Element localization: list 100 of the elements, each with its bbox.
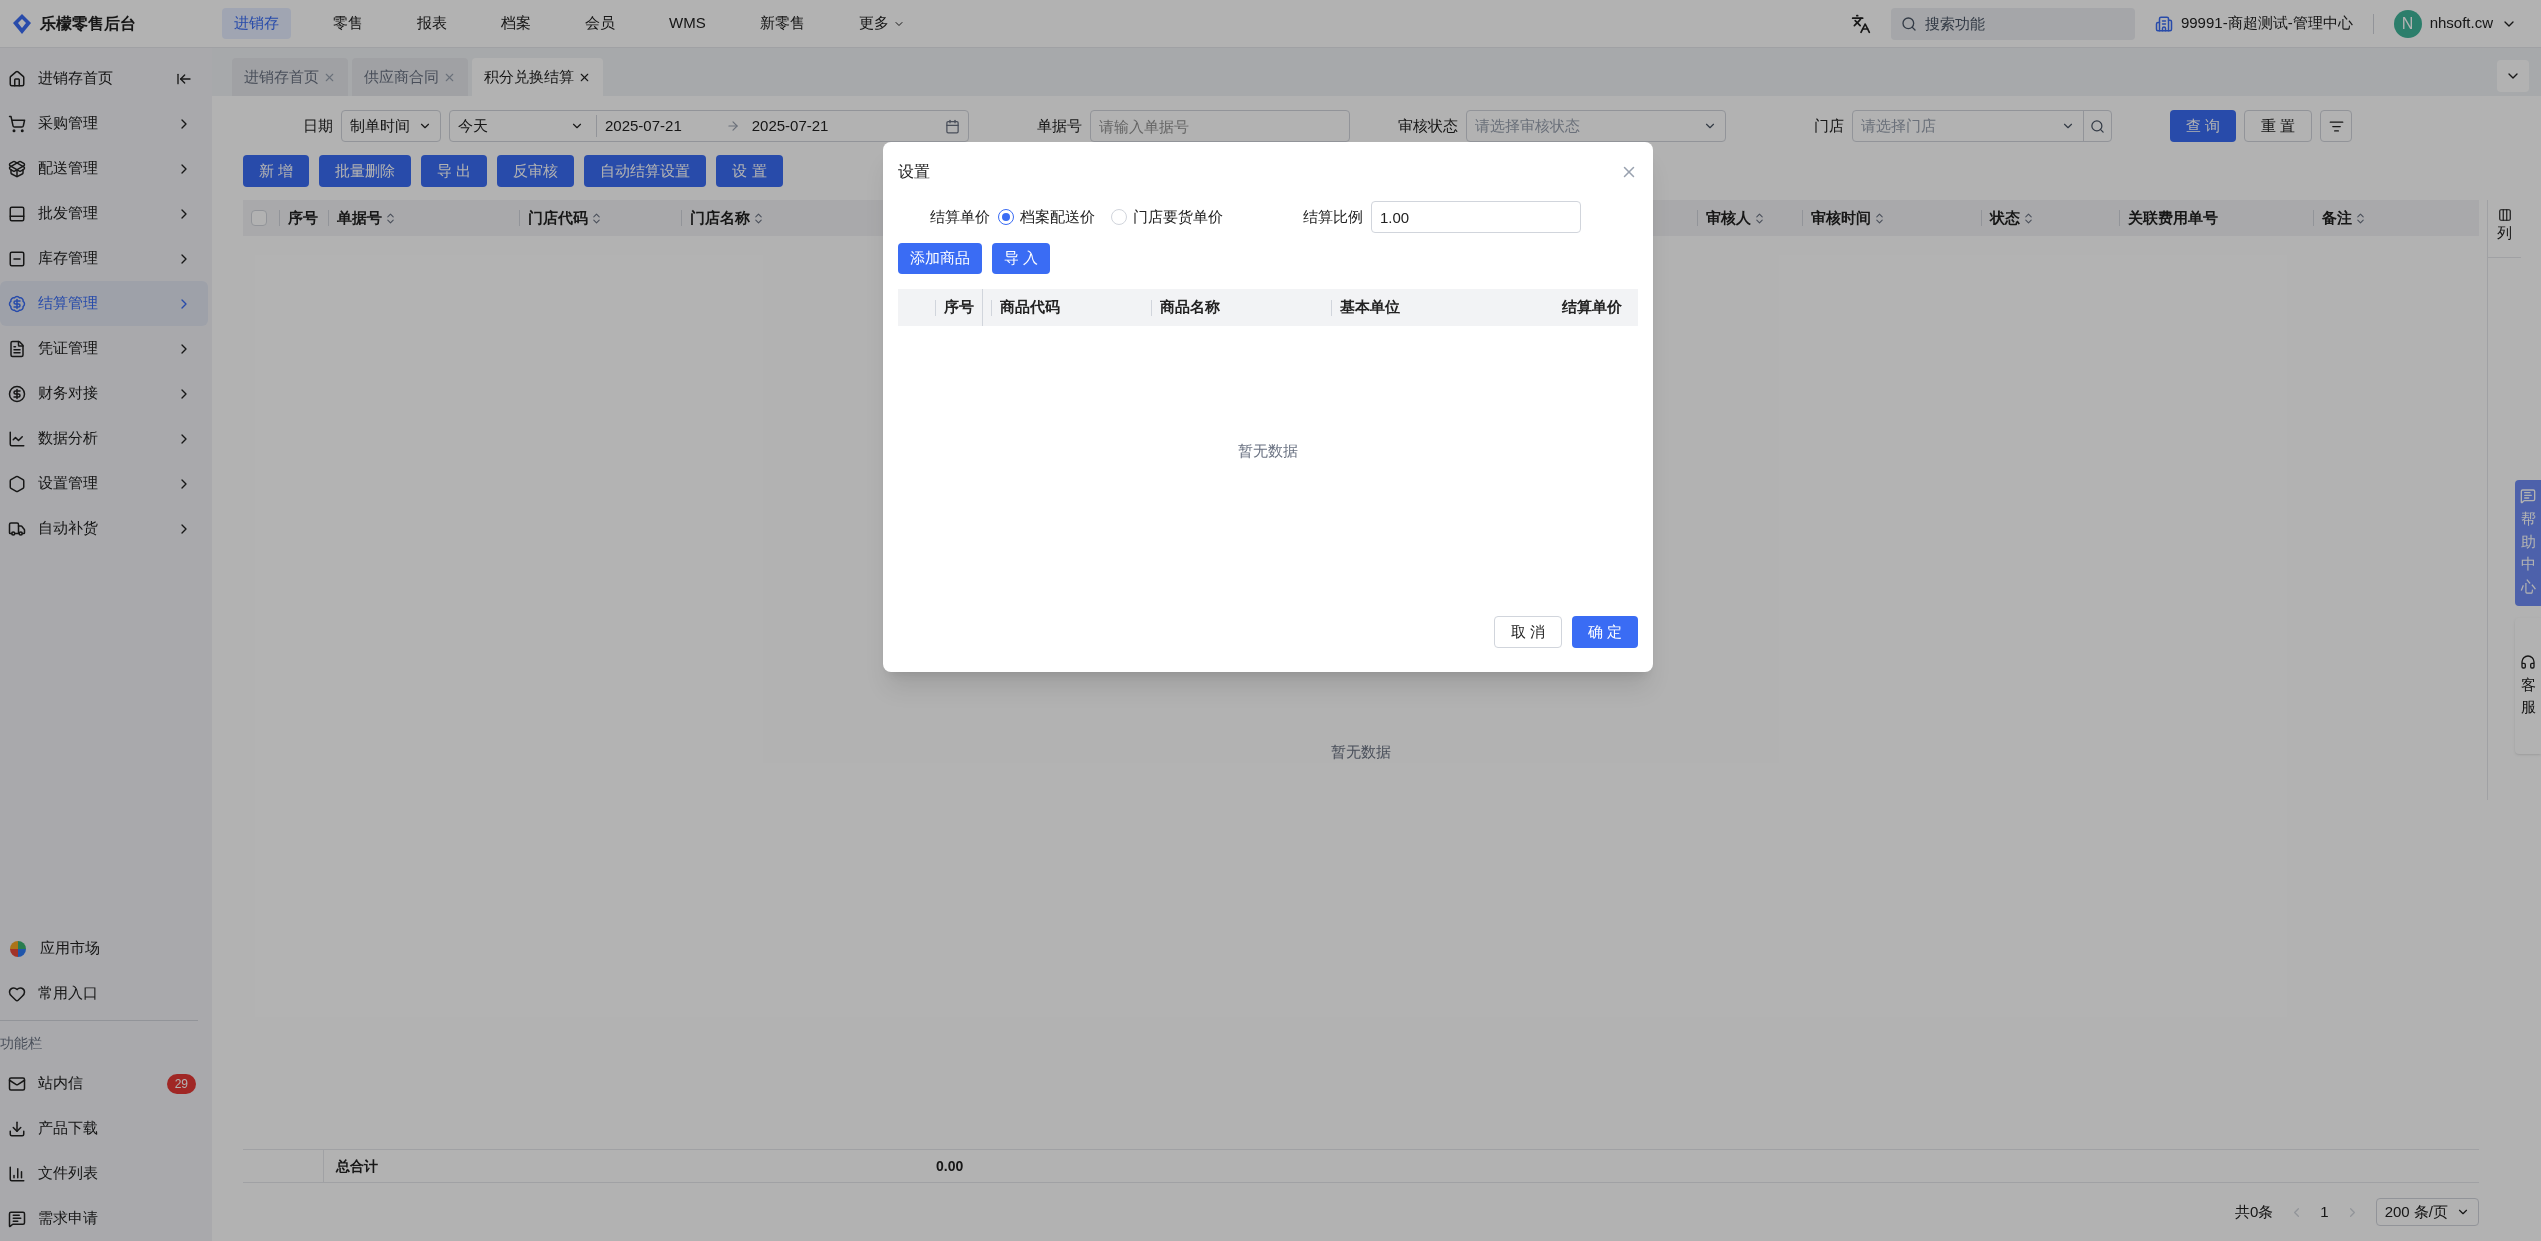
confirm-button[interactable]: 确 定 bbox=[1571, 616, 1638, 648]
column-header[interactable]: 备注 bbox=[2322, 206, 2367, 230]
building-icon bbox=[2154, 14, 2173, 33]
arrow-right-icon bbox=[725, 119, 740, 133]
column-header[interactable]: 审核人 bbox=[1706, 206, 1766, 230]
column-header[interactable]: 门店代码 bbox=[528, 206, 603, 230]
action-button[interactable]: 新 增 bbox=[243, 155, 310, 187]
field-label: 日期 bbox=[303, 115, 333, 136]
page-number[interactable]: 1 bbox=[2320, 1200, 2329, 1224]
menu-icon bbox=[8, 429, 26, 448]
nav-item[interactable]: 报表 bbox=[405, 8, 459, 39]
sidebar-item[interactable]: 设置管理 bbox=[0, 461, 208, 506]
nav-item[interactable]: 更多 bbox=[846, 8, 917, 39]
nav-item[interactable]: 会员 bbox=[573, 8, 627, 39]
ratio-field[interactable]: 1.00 bbox=[1371, 201, 1581, 233]
page-tab[interactable]: 积分兑换结算 bbox=[472, 58, 603, 96]
message-icon bbox=[2520, 488, 2536, 504]
sidebar-item[interactable]: 采购管理 bbox=[0, 101, 208, 146]
date-type-select[interactable]: 制单时间 bbox=[341, 110, 441, 142]
nav-item[interactable]: WMS bbox=[657, 8, 718, 39]
column-header: 基本单位 bbox=[1340, 297, 1400, 318]
action-button[interactable]: 自动结算设置 bbox=[584, 155, 707, 187]
column-header[interactable]: 序号 bbox=[288, 206, 318, 230]
tool-icon bbox=[8, 1074, 26, 1093]
field-label: 审核状态 bbox=[1398, 115, 1458, 136]
app-market-icon bbox=[8, 938, 28, 959]
sidebar-item[interactable]: 常用入口 bbox=[0, 971, 212, 1016]
menu-icon bbox=[8, 384, 26, 403]
sidebar-item[interactable]: 产品下载 bbox=[0, 1106, 212, 1151]
nav-item[interactable]: 新零售 bbox=[747, 8, 817, 39]
sidebar-item[interactable]: 文件列表 bbox=[0, 1151, 212, 1196]
menu-icon bbox=[8, 519, 26, 538]
menu-icon bbox=[8, 204, 26, 223]
document-number-field[interactable]: 请输入单据号 bbox=[1090, 110, 1350, 142]
radio-option[interactable]: 门店要货单价 bbox=[1111, 205, 1223, 229]
start-date[interactable]: 2025-07-21 bbox=[596, 114, 682, 138]
sidebar-item[interactable]: 批发管理 bbox=[0, 191, 208, 236]
sidebar-item[interactable]: 数据分析 bbox=[0, 416, 208, 461]
column-header[interactable]: 审核时间 bbox=[1811, 206, 1886, 230]
sort-icon[interactable] bbox=[752, 211, 765, 225]
menu-icon bbox=[8, 294, 26, 313]
translate-icon[interactable] bbox=[1850, 13, 1871, 34]
org-name[interactable]: 99991-商超测试-管理中心 bbox=[2180, 12, 2353, 35]
column-header: 序号 bbox=[944, 297, 974, 318]
filter-settings-button[interactable] bbox=[2320, 110, 2353, 142]
tool-icon bbox=[8, 1119, 26, 1138]
radio-option[interactable]: 档案配送价 bbox=[998, 205, 1095, 229]
date-preset[interactable]: 今天 bbox=[458, 114, 558, 138]
menu-icon bbox=[8, 114, 26, 133]
column-header[interactable]: 状态 bbox=[1990, 206, 2035, 230]
empty-text: 暂无数据 bbox=[1331, 742, 1391, 762]
column-header: 商品代码 bbox=[1000, 297, 1060, 318]
nav-item[interactable]: 档案 bbox=[489, 8, 543, 39]
column-header[interactable]: 门店名称 bbox=[690, 206, 765, 230]
date-range-field[interactable]: 今天 2025-07-21 2025-07-21 bbox=[449, 110, 969, 142]
sidebar-item[interactable]: 库存管理 bbox=[0, 236, 208, 281]
column-header: 商品名称 bbox=[1160, 297, 1220, 318]
total-count: 共0条 bbox=[2234, 1201, 2274, 1222]
action-button[interactable]: 反审核 bbox=[497, 155, 575, 187]
sort-icon[interactable] bbox=[2022, 211, 2035, 225]
column-header: 结算单价 bbox=[1562, 297, 1622, 318]
column-header[interactable]: 单据号 bbox=[337, 206, 397, 230]
dialog-action-button[interactable]: 导 入 bbox=[992, 242, 1051, 274]
sidebar-item[interactable]: 配送管理 bbox=[0, 146, 208, 191]
field-label: 结算单价 bbox=[930, 206, 990, 227]
tool-icon bbox=[8, 1209, 26, 1228]
page-size-select[interactable]: 200 条/页 bbox=[2375, 1198, 2479, 1226]
sort-icon[interactable] bbox=[2354, 211, 2367, 225]
action-button[interactable]: 批量删除 bbox=[319, 155, 412, 187]
end-date[interactable]: 2025-07-21 bbox=[751, 114, 829, 138]
columns-icon bbox=[2497, 208, 2512, 222]
sort-icon[interactable] bbox=[590, 211, 603, 225]
reset-button[interactable]: 重 置 bbox=[2244, 110, 2313, 142]
cancel-button[interactable]: 取 消 bbox=[1493, 616, 1562, 648]
nav-item[interactable]: 零售 bbox=[321, 8, 375, 39]
user-name[interactable]: nhsoft.cw bbox=[2429, 12, 2493, 35]
total-label: 总合计 bbox=[336, 1156, 379, 1176]
column-settings-button[interactable]: 列 bbox=[2488, 200, 2521, 258]
action-button[interactable]: 设 置 bbox=[716, 155, 783, 187]
sidebar-item[interactable]: 财务对接 bbox=[0, 371, 208, 416]
action-button[interactable]: 导 出 bbox=[421, 155, 488, 187]
sidebar-item[interactable]: 凭证管理 bbox=[0, 326, 208, 371]
field-label: 结算比例 bbox=[1303, 206, 1363, 227]
select-all-checkbox[interactable] bbox=[251, 210, 267, 226]
sidebar-item[interactable]: 自动补货 bbox=[0, 506, 208, 551]
heart-icon bbox=[8, 984, 26, 1003]
menu-icon bbox=[8, 339, 26, 358]
search-field[interactable]: 搜索功能 bbox=[1890, 7, 2135, 40]
column-header[interactable]: 关联费用单号 bbox=[2128, 206, 2218, 230]
sidebar-item[interactable]: 站内信 29 bbox=[0, 1061, 212, 1106]
dialog-action-button[interactable]: 添加商品 bbox=[898, 242, 982, 274]
sidebar-item[interactable]: 进销存首页 bbox=[0, 56, 208, 101]
sort-icon[interactable] bbox=[1873, 211, 1886, 225]
sidebar-item[interactable]: 需求申请 bbox=[0, 1196, 212, 1241]
sort-icon[interactable] bbox=[1753, 211, 1766, 225]
count-badge: 29 bbox=[166, 1073, 196, 1094]
query-button[interactable]: 查 询 bbox=[2170, 110, 2237, 142]
search-icon[interactable] bbox=[2090, 118, 2105, 134]
sidebar-item[interactable]: 应用市场 bbox=[0, 926, 212, 971]
sort-icon[interactable] bbox=[384, 211, 397, 225]
